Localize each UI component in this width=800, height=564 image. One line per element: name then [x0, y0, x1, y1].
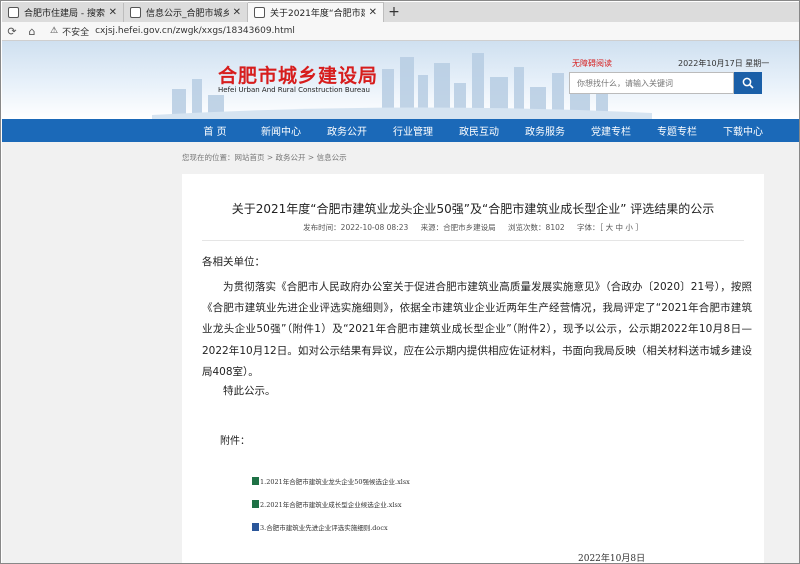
search-icon [742, 77, 754, 89]
article-body: 为贯彻落实《合肥市人民政府办公室关于促进合肥市建筑业高质量发展实施意见》（合政办… [202, 281, 752, 378]
tab-title: 合肥市住建局 - 搜索 [24, 9, 105, 19]
article-source: 来源：合肥市乡建设局 [420, 223, 496, 232]
nav-home[interactable]: 首 页 [182, 123, 248, 138]
refresh-icon[interactable]: ⟳ [2, 25, 22, 38]
divider [202, 240, 744, 241]
tab-info-notice[interactable]: 信息公示_合肥市城乡建设局 ✕ [124, 3, 248, 22]
article-greeting: 各相关单位： [202, 256, 265, 268]
excel-file-icon [252, 477, 259, 485]
nav-industry[interactable]: 行业管理 [380, 123, 446, 138]
tab-title: 关于2021年度“合肥市建筑业龙头 [270, 9, 365, 19]
attachment-name[interactable]: 1.2021年合肥市建筑业龙头企业50强候选企业.xlsx [260, 476, 410, 486]
tab-search[interactable]: 合肥市住建局 - 搜索 ✕ [2, 3, 124, 22]
security-label: 不安全 [62, 27, 90, 38]
warning-icon: ⚠ [50, 26, 59, 36]
current-date: 2022年10月17日 星期一 [678, 59, 770, 68]
nav-party[interactable]: 党建专栏 [578, 123, 644, 138]
nav-downloads[interactable]: 下载中心 [710, 123, 776, 138]
main-nav: 首 页 新闻中心 政务公开 行业管理 政民互动 政务服务 党建专栏 专题专栏 下… [2, 119, 799, 142]
attachment-name[interactable]: 2.2021年合肥市建筑业成长型企业候选企业.xlsx [260, 499, 402, 509]
accessibility-link[interactable]: 无障碍阅读 [572, 58, 612, 69]
site-logo-title[interactable]: 合肥市城乡建设局 [218, 61, 378, 88]
close-icon[interactable]: ✕ [369, 7, 377, 18]
article-title: 关于2021年度“合肥市建筑业龙头企业50强”及“合肥市建筑业成长型企业” 评选… [231, 202, 715, 216]
attachments-label: 附件： [220, 436, 250, 447]
site-header: 合肥市城乡建设局 Hefei Urban And Rural Construct… [2, 41, 799, 119]
article-closing: 特此公示。 [223, 385, 276, 397]
attachment-link[interactable]: 2.2021年合肥市建筑业成长型企业候选企业.xlsx [252, 499, 402, 509]
word-file-icon [252, 523, 259, 531]
signature-date: 2022年10月8日 [578, 554, 646, 564]
search-input[interactable] [569, 72, 734, 94]
close-icon[interactable]: ✕ [109, 7, 117, 18]
nav-topics[interactable]: 专题专栏 [644, 123, 710, 138]
attachment-link[interactable]: 1.2021年合肥市建筑业龙头企业50强候选企业.xlsx [252, 476, 410, 486]
attachment-link[interactable]: 3.合肥市建筑业先进企业评选实施细则.docx [252, 522, 388, 532]
tab-title: 信息公示_合肥市城乡建设局 [146, 9, 229, 19]
article: 关于2021年度“合肥市建筑业龙头企业50强”及“合肥市建筑业成长型企业” 评选… [182, 174, 764, 564]
nav-government-affairs[interactable]: 政务公开 [314, 123, 380, 138]
view-count: 浏览次数：8102 [508, 223, 565, 232]
new-tab-button[interactable]: + [384, 3, 404, 22]
web-page: 合肥市城乡建设局 Hefei Urban And Rural Construct… [2, 41, 799, 564]
tab-bar: 合肥市住建局 - 搜索 ✕ 信息公示_合肥市城乡建设局 ✕ 关于2021年度“合… [2, 2, 799, 22]
nav-interaction[interactable]: 政民互动 [446, 123, 512, 138]
publish-time: 发布时间：2022-10-08 08:23 [303, 223, 409, 232]
page-icon [8, 7, 19, 18]
attachment-name[interactable]: 3.合肥市建筑业先进企业评选实施细则.docx [260, 522, 388, 532]
page-icon [254, 7, 265, 18]
tab-current-article[interactable]: 关于2021年度“合肥市建筑业龙头 ✕ [248, 2, 384, 22]
search-button[interactable] [734, 72, 762, 94]
breadcrumb[interactable]: 您现在的位置：网站首页 > 政务公开 > 信息公示 [182, 152, 347, 163]
page-icon [130, 7, 141, 18]
url-field[interactable]: ⚠ 不安全 cxjsj.hefei.gov.cn/zwgk/xxgs/18343… [50, 24, 295, 39]
address-bar: ⟳ ⌂ ⚠ 不安全 cxjsj.hefei.gov.cn/zwgk/xxgs/1… [2, 22, 799, 41]
font-size-selector[interactable]: 字体：［ 大 中 小 ］ [577, 223, 643, 232]
browser-window: 合肥市住建局 - 搜索 ✕ 信息公示_合肥市城乡建设局 ✕ 关于2021年度“合… [0, 0, 800, 564]
excel-file-icon [252, 500, 259, 508]
nav-news[interactable]: 新闻中心 [248, 123, 314, 138]
article-meta: 发布时间：2022-10-08 08:23 来源：合肥市乡建设局 浏览次数：81… [182, 222, 764, 233]
nav-services[interactable]: 政务服务 [512, 123, 578, 138]
site-logo-subtitle: Hefei Urban And Rural Construction Burea… [218, 86, 370, 94]
close-icon[interactable]: ✕ [233, 7, 241, 18]
home-icon[interactable]: ⌂ [22, 25, 42, 38]
url-text[interactable]: cxjsj.hefei.gov.cn/zwgk/xxgs/18343609.ht… [95, 26, 295, 36]
